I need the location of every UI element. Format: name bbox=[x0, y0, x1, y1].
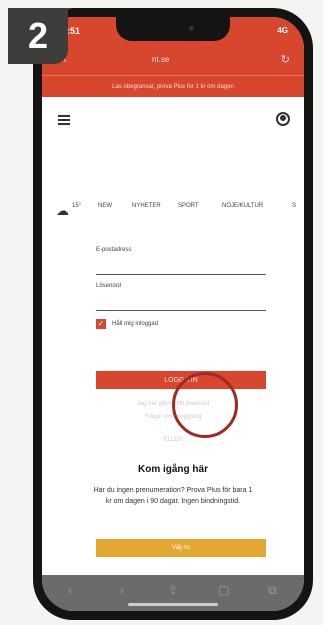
browser-address-bar[interactable]: aA nt.se ↻ bbox=[42, 45, 304, 75]
divider-text: ELLER bbox=[163, 437, 183, 443]
phone-notch bbox=[116, 17, 230, 41]
signup-body: Har du ingen prenumeration? Prova Plus f… bbox=[93, 487, 253, 505]
back-icon[interactable]: ‹ bbox=[68, 583, 72, 597]
promo-banner[interactable]: Las obegransat, prova Plus for 1 kr om d… bbox=[42, 75, 304, 97]
share-icon[interactable]: ⇪ bbox=[168, 583, 178, 597]
phone-frame: 3:51 4G aA nt.se ↻ Las obegransat, prova… bbox=[33, 8, 313, 620]
hamburger-menu-icon[interactable] bbox=[58, 115, 70, 125]
signup-title: Kom igång här bbox=[137, 464, 208, 475]
forward-icon[interactable]: › bbox=[120, 583, 124, 597]
remember-me-checkbox[interactable]: ✓ bbox=[96, 319, 106, 329]
nav-item-more[interactable]: S bbox=[292, 203, 296, 209]
site-header bbox=[42, 97, 304, 145]
cloud-icon: ☁ bbox=[56, 203, 69, 218]
url-display[interactable]: nt.se bbox=[152, 55, 169, 64]
nav-item-nyheter[interactable]: NYHETER bbox=[132, 203, 161, 209]
status-signal: 4G bbox=[277, 26, 288, 35]
step-number-badge: 2 bbox=[8, 8, 68, 64]
tabs-icon[interactable]: ⧉ bbox=[268, 583, 277, 598]
bookmarks-icon[interactable]: ▢ bbox=[218, 583, 229, 597]
phone-screen: 3:51 4G aA nt.se ↻ Las obegransat, prova… bbox=[42, 17, 304, 611]
user-icon[interactable] bbox=[276, 112, 290, 126]
home-indicator bbox=[128, 603, 218, 606]
nav-item-sport[interactable]: SPORT bbox=[178, 203, 199, 209]
remember-me[interactable]: ✓ Håll mig inloggad bbox=[96, 319, 276, 329]
nav-item-new[interactable]: NEW bbox=[98, 203, 112, 209]
tutorial-screenshot: 2 3:51 4G aA nt.se ↻ Las obegransat, pro… bbox=[0, 0, 323, 625]
highlight-circle bbox=[172, 372, 238, 438]
section-nav: ☁ 15° NEW NYHETER SPORT NÖJE/KULTUR S bbox=[42, 195, 304, 219]
reload-icon[interactable]: ↻ bbox=[281, 53, 290, 66]
nav-item-noje-kultur[interactable]: NÖJE/KULTUR bbox=[222, 203, 263, 209]
weather-temperature: 15° bbox=[72, 203, 82, 209]
login-form: E-postadress Lösenord ✓ Håll mig inlogga… bbox=[96, 247, 276, 329]
try-plus-button[interactable]: Välj nu bbox=[96, 539, 266, 557]
remember-me-label: Håll mig inloggad bbox=[112, 321, 159, 327]
password-field[interactable] bbox=[96, 289, 266, 311]
email-field[interactable] bbox=[96, 253, 266, 275]
